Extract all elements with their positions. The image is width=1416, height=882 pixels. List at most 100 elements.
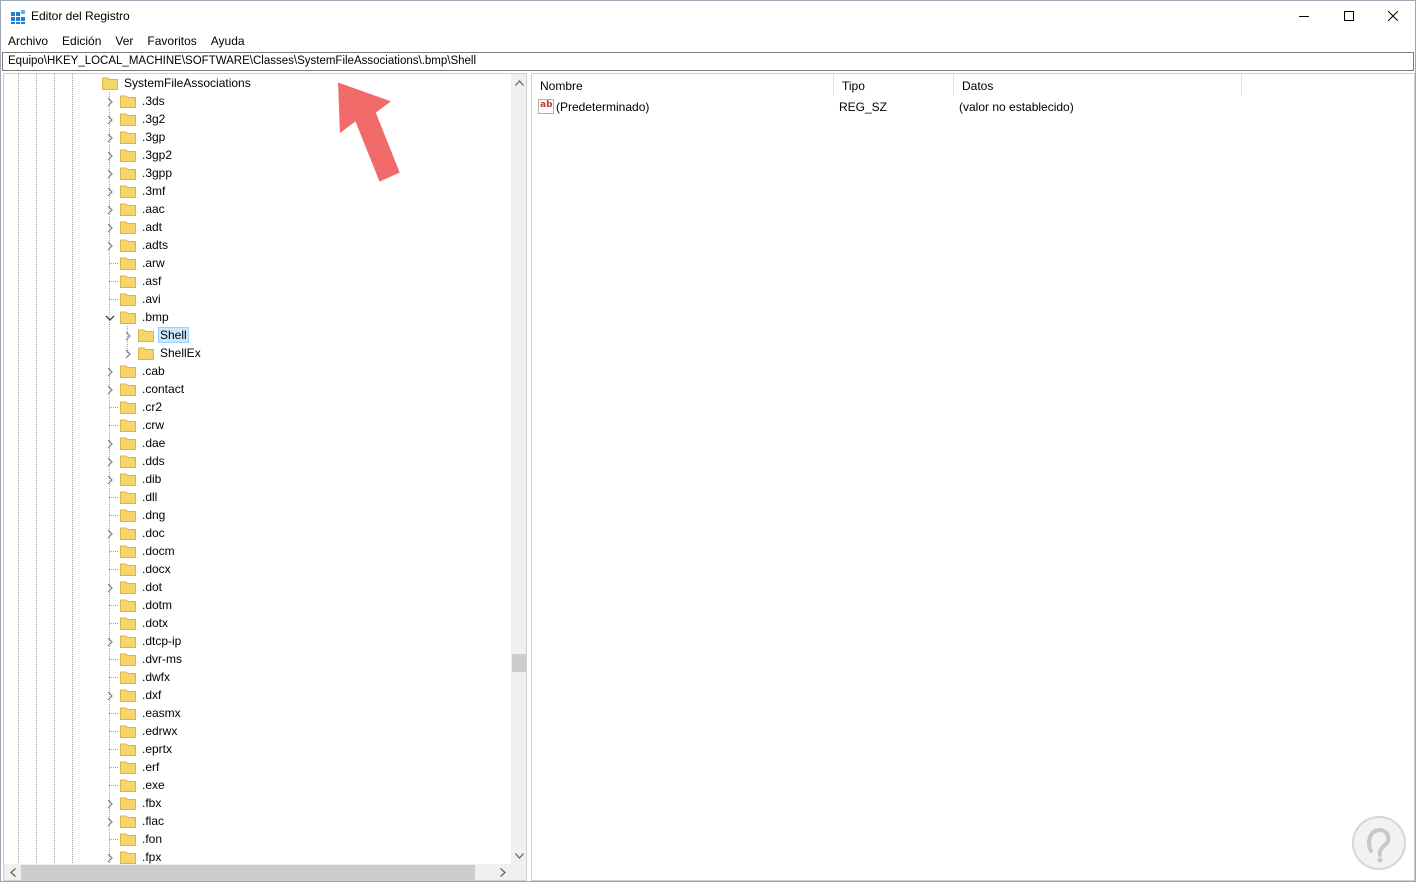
tree-expander[interactable] [105,852,115,863]
tree-node-dll[interactable]: .dll [120,488,159,506]
tree-node-dng[interactable]: .dng [120,506,167,524]
address-bar[interactable]: Equipo\HKEY_LOCAL_MACHINE\SOFTWARE\Class… [2,52,1414,71]
tree-node-3mf[interactable]: .3mf [120,182,167,200]
tree-node-edrwx[interactable]: .edrwx [120,722,179,740]
tree-expander[interactable] [105,438,115,449]
tree-node-cr2[interactable]: .cr2 [120,398,164,416]
tree-expander[interactable] [105,150,115,161]
tree-expander[interactable] [105,582,115,593]
maximize-button[interactable] [1326,1,1371,31]
tree-node-label: ShellEx [160,346,201,360]
tree-expander[interactable] [105,384,115,395]
close-button[interactable] [1370,1,1415,31]
tree-node-dwfx[interactable]: .dwfx [120,668,172,686]
title-bar[interactable]: Editor del Registro [1,1,1415,32]
tree-node-crw[interactable]: .crw [120,416,166,434]
tree-expander[interactable] [105,204,115,215]
chevron-right-icon [107,241,113,251]
tree-expander[interactable] [105,690,115,701]
tree-expander[interactable] [105,798,115,809]
tree-expander[interactable] [105,186,115,197]
tree-node-label: .dib [142,472,162,486]
tree-node-shellex[interactable]: ShellEx [138,344,203,362]
tree-node-3gp2[interactable]: .3gp2 [120,146,174,164]
scroll-down-button[interactable] [511,847,526,864]
registry-editor-window: Editor del Registro Archivo Edición Ver … [0,0,1416,882]
tree-vertical-scrollbar[interactable] [511,74,526,864]
column-header-nombre[interactable]: Nombre [532,74,834,96]
values-pane[interactable]: Nombre Tipo Datos ab (Predeterminado) RE… [531,73,1415,881]
tree-node-3gp[interactable]: .3gp [120,128,167,146]
tree-node-doc[interactable]: .doc [120,524,167,542]
tree-expander[interactable] [105,474,115,485]
tree-node-dvrms[interactable]: .dvr-ms [120,650,184,668]
tree-node-easmx[interactable]: .easmx [120,704,183,722]
tree-horizontal-scrollbar[interactable] [4,864,511,880]
menu-archivo[interactable]: Archivo [1,32,55,52]
tree-node-systemfileassociations[interactable]: SystemFileAssociations [102,74,253,92]
column-header-datos[interactable]: Datos [954,74,1242,96]
tree-expander[interactable] [105,114,115,125]
tree-expander[interactable] [105,240,115,251]
minimize-button[interactable] [1281,1,1326,31]
tree-expander[interactable] [105,366,115,377]
tree-node-erf[interactable]: .erf [120,758,161,776]
menu-ayuda[interactable]: Ayuda [204,32,252,52]
value-row[interactable]: ab (Predeterminado) REG_SZ (valor no est… [532,98,1412,116]
menu-bar: Archivo Edición Ver Favoritos Ayuda [1,32,1415,52]
tree-node-eprtx[interactable]: .eprtx [120,740,174,758]
tree-node-adt[interactable]: .adt [120,218,164,236]
folder-icon [120,545,136,558]
column-header-tipo[interactable]: Tipo [834,74,954,96]
tree-expander[interactable] [123,330,133,341]
tree-node-docx[interactable]: .docx [120,560,173,578]
scroll-right-button[interactable] [494,864,511,880]
tree-node-fon[interactable]: .fon [120,830,164,848]
menu-ver[interactable]: Ver [108,32,140,52]
tree-expander[interactable] [105,636,115,647]
menu-edicion[interactable]: Edición [55,32,108,52]
tree-node-adts[interactable]: .adts [120,236,170,254]
tree-node-dxf[interactable]: .dxf [120,686,163,704]
scroll-up-button[interactable] [511,74,526,91]
tree-vertical-scroll-thumb[interactable] [512,654,526,672]
tree-node-3g2[interactable]: .3g2 [120,110,167,128]
tree-node-avi[interactable]: .avi [120,290,163,308]
tree-node-shell[interactable]: Shell [138,326,189,344]
tree-node-cab[interactable]: .cab [120,362,167,380]
tree-node-dtcpip[interactable]: .dtcp-ip [120,632,183,650]
tree-expander[interactable] [105,528,115,539]
tree-node-dotx[interactable]: .dotx [120,614,170,632]
tree-node-bmp[interactable]: .bmp [120,308,171,326]
tree-expander[interactable] [105,816,115,827]
tree-node-docm[interactable]: .docm [120,542,177,560]
key-tree-pane[interactable]: SystemFileAssociations .3ds .3g2 .3gp .3gp2.… [3,73,527,881]
tree-expander[interactable] [105,168,115,179]
tree-node-contact[interactable]: .contact [120,380,186,398]
tree-node-flac[interactable]: .flac [120,812,166,830]
tree-node-dotm[interactable]: .dotm [120,596,174,614]
folder-icon [120,815,136,828]
tree-node-exe[interactable]: .exe [120,776,167,794]
menu-favoritos[interactable]: Favoritos [140,32,203,52]
scroll-left-button[interactable] [4,864,21,880]
chevron-left-icon [9,868,16,877]
tree-expander[interactable] [105,222,115,233]
address-path[interactable]: Equipo\HKEY_LOCAL_MACHINE\SOFTWARE\Class… [8,55,476,67]
tree-node-dot[interactable]: .dot [120,578,164,596]
tree-node-asf[interactable]: .asf [120,272,163,290]
tree-expander[interactable] [105,456,115,467]
tree-expander[interactable] [105,96,115,107]
tree-expander[interactable] [123,348,133,359]
tree-node-dae[interactable]: .dae [120,434,167,452]
tree-node-dib[interactable]: .dib [120,470,163,488]
tree-node-arw[interactable]: .arw [120,254,167,272]
tree-horizontal-scroll-thumb[interactable] [21,865,475,880]
tree-node-3ds[interactable]: .3ds [120,92,167,110]
tree-node-aac[interactable]: .aac [120,200,167,218]
tree-node-dds[interactable]: .dds [120,452,167,470]
tree-node-3gpp[interactable]: .3gpp [120,164,174,182]
tree-node-fbx[interactable]: .fbx [120,794,163,812]
tree-expander[interactable] [105,132,115,143]
tree-expander[interactable] [105,312,115,322]
